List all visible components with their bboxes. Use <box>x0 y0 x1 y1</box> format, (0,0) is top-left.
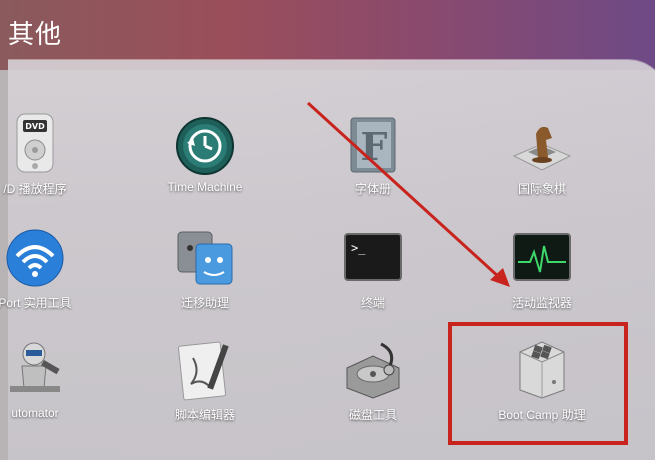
annotation-arrow <box>306 101 510 287</box>
